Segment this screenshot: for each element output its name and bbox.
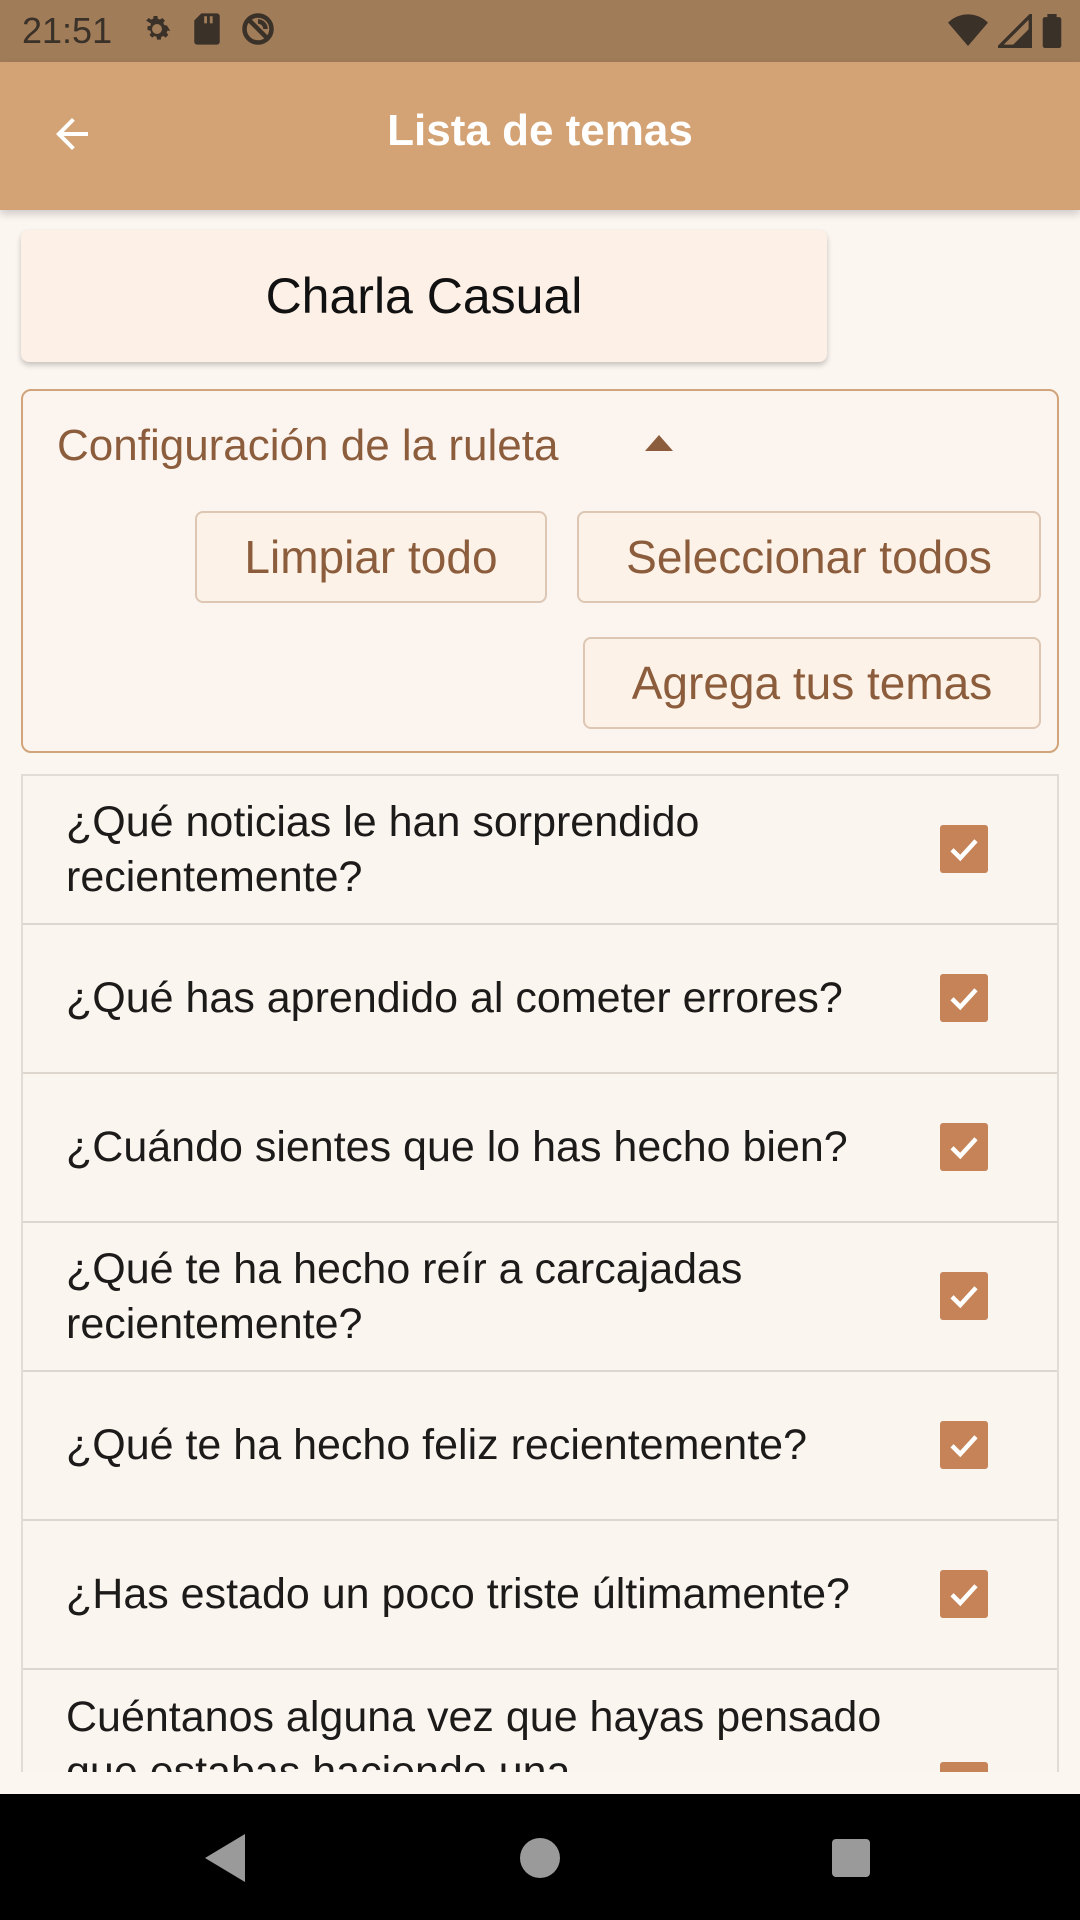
topic-text: Cuéntanos alguna vez que hayas pensado q…: [66, 1693, 882, 1772]
check-icon: [950, 1583, 978, 1606]
check-icon: [946, 1768, 982, 1772]
check-icon: [950, 1136, 978, 1159]
deck-card[interactable]: Charla Casual: [21, 230, 827, 362]
list-item[interactable]: ¿Qué te ha hecho reír a carcajadas recie…: [23, 1223, 1057, 1372]
check-icon: [950, 1285, 978, 1308]
topic-text: ¿Qué noticias le han sorprendido recient…: [66, 797, 700, 901]
deck-title: Charla Casual: [265, 268, 583, 324]
list-item[interactable]: ¿Qué has aprendido al cometer errores?: [23, 925, 1057, 1074]
topic-text: ¿Qué has aprendido al cometer errores?: [66, 974, 843, 1023]
topic-checkbox[interactable]: [940, 973, 988, 1022]
topic-checkbox[interactable]: [940, 1122, 988, 1171]
config-toggle-label[interactable]: Configuración de la ruleta: [57, 421, 558, 471]
roulette-config-panel: Configuración de la ruleta Limpiar todo …: [21, 389, 1059, 753]
topic-checkbox[interactable]: [940, 1420, 988, 1469]
select-all-button[interactable]: Seleccionar todos: [577, 511, 1041, 603]
nav-home-icon[interactable]: [520, 1838, 560, 1878]
check-icon: [950, 1434, 978, 1457]
list-item[interactable]: ¿Qué te ha hecho feliz recientemente?: [23, 1372, 1057, 1521]
check-icon: [950, 987, 978, 1010]
wifi-icon: [948, 14, 988, 53]
topic-checkbox[interactable]: [940, 1762, 988, 1772]
topic-text: ¿Qué te ha hecho reír a carcajadas recie…: [66, 1244, 743, 1348]
check-icon: [950, 838, 978, 861]
app-bar: Lista de temas: [0, 62, 1080, 210]
battery-icon: [1042, 14, 1062, 53]
status-right-icons: [948, 11, 1062, 53]
navigation-bar: [0, 1794, 1080, 1920]
list-item[interactable]: ¿Qué noticias le han sorprendido recient…: [23, 776, 1057, 925]
topic-text: ¿Has estado un poco triste últimamente?: [66, 1570, 850, 1619]
topic-list: ¿Qué noticias le han sorprendido recient…: [21, 774, 1059, 1772]
clear-all-button[interactable]: Limpiar todo: [195, 511, 547, 603]
page-title: Lista de temas: [387, 106, 693, 155]
topic-checkbox[interactable]: [940, 1271, 988, 1320]
topic-checkbox[interactable]: [940, 824, 988, 873]
nav-back-icon[interactable]: [205, 1834, 247, 1887]
nav-recents-icon[interactable]: [832, 1839, 870, 1877]
caret-up-icon[interactable]: [645, 435, 673, 456]
signal-icon: [995, 11, 1032, 53]
status-bar: 21:51: [0, 0, 1080, 62]
no-sync-icon: [240, 11, 276, 52]
status-time: 21:51: [22, 10, 113, 51]
topic-checkbox[interactable]: [940, 1569, 988, 1618]
list-item[interactable]: ¿Cuándo sientes que lo has hecho bien?: [23, 1074, 1057, 1223]
topic-text: ¿Qué te ha hecho feliz recientemente?: [66, 1421, 807, 1470]
sd-card-icon: [192, 12, 222, 51]
add-topics-button[interactable]: Agrega tus temas: [583, 637, 1041, 729]
settings-icon: [140, 12, 174, 51]
status-left-icons: [140, 11, 276, 52]
list-item[interactable]: ¿Has estado un poco triste últimamente?: [23, 1521, 1057, 1670]
topic-text: ¿Cuándo sientes que lo has hecho bien?: [66, 1123, 848, 1172]
list-item[interactable]: Cuéntanos alguna vez que hayas pensado q…: [23, 1670, 1057, 1772]
